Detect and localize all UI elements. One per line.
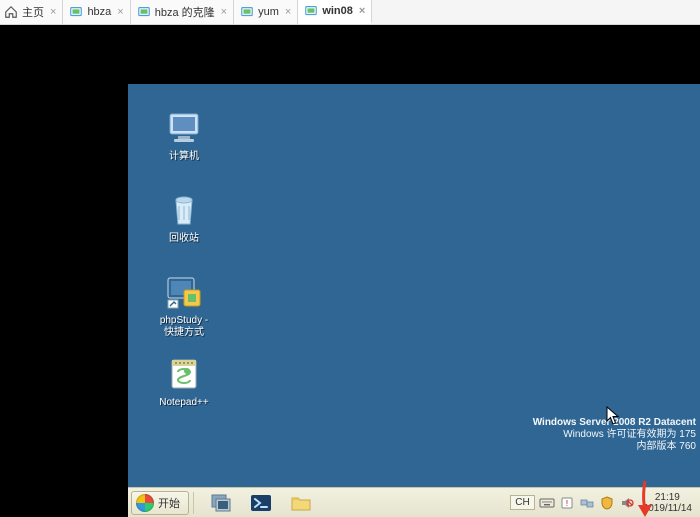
close-icon[interactable]: × — [117, 6, 123, 18]
computer-icon — [164, 108, 204, 148]
tray-time: 21:19 — [643, 492, 692, 503]
tab-strip: 主页 × hbza × hbza 的克隆 × yum × win08 × — [0, 0, 700, 25]
taskbar-pinned-powershell[interactable] — [241, 490, 281, 516]
watermark-line2: Windows 许可证有效期为 175 — [533, 429, 696, 441]
icon-label: phpStudy - 快捷方式 — [144, 315, 224, 339]
tray-language[interactable]: CH — [510, 495, 534, 510]
recycle-bin-icon — [164, 190, 204, 230]
vm-icon — [304, 4, 318, 18]
windows-watermark: Windows Server 2008 R2 Datacent Windows … — [533, 417, 696, 453]
tray-network-icon[interactable] — [579, 495, 595, 511]
tab-home-label: 主页 — [22, 4, 44, 20]
vm-viewport: 计算机 回收站 — [0, 25, 700, 517]
desktop-icon-phpstudy[interactable]: phpStudy - 快捷方式 — [144, 272, 224, 339]
desktop-icon-computer[interactable]: 计算机 — [144, 108, 224, 163]
tab-win08[interactable]: win08 × — [298, 0, 372, 24]
tray-volume-icon[interactable] — [619, 495, 635, 511]
tray-keyboard-icon[interactable] — [539, 495, 555, 511]
tab-label: hbza — [87, 6, 111, 18]
taskbar: 开始 — [128, 487, 700, 517]
tray-shield-icon[interactable] — [599, 495, 615, 511]
tray-date: 2019/11/14 — [643, 503, 692, 514]
close-icon[interactable]: × — [359, 5, 365, 17]
home-icon — [4, 5, 18, 19]
phpstudy-icon — [164, 272, 204, 312]
system-tray: CH ! 21:19 2019/11/14 — [506, 488, 700, 517]
watermark-line1: Windows Server 2008 R2 Datacent — [533, 417, 696, 429]
vm-icon — [69, 5, 83, 19]
tab-label: hbza 的克隆 — [155, 4, 215, 20]
start-label: 开始 — [158, 495, 180, 511]
notepadpp-icon — [164, 354, 204, 394]
svg-text:!: ! — [566, 499, 568, 508]
taskbar-pinned-server-manager[interactable] — [201, 490, 241, 516]
close-icon[interactable]: × — [285, 6, 291, 18]
taskbar-pinned-explorer[interactable] — [281, 490, 321, 516]
tray-alert-icon[interactable]: ! — [559, 495, 575, 511]
desktop-icon-recycle-bin[interactable]: 回收站 — [144, 190, 224, 245]
windows-orb-icon — [136, 494, 154, 512]
desktop-icon-notepadpp[interactable]: Notepad++ — [144, 354, 224, 409]
close-icon[interactable]: × — [50, 6, 56, 18]
start-button[interactable]: 开始 — [131, 491, 189, 515]
vm-icon — [240, 5, 254, 19]
tab-home[interactable]: 主页 × — [0, 0, 63, 24]
guest-desktop[interactable]: 计算机 回收站 — [128, 84, 700, 517]
icon-label: 计算机 — [144, 151, 224, 163]
icon-label: 回收站 — [144, 233, 224, 245]
tab-hbza[interactable]: hbza × — [63, 0, 130, 24]
tray-clock[interactable]: 21:19 2019/11/14 — [639, 492, 696, 514]
vm-icon — [137, 5, 151, 19]
explorer-icon — [289, 492, 313, 514]
tabstrip-spacer — [372, 0, 700, 24]
tab-hbza-clone[interactable]: hbza 的克隆 × — [131, 0, 234, 24]
tab-yum[interactable]: yum × — [234, 0, 298, 24]
icon-label: Notepad++ — [144, 397, 224, 409]
powershell-icon — [249, 492, 273, 514]
tab-label: yum — [258, 6, 279, 18]
watermark-line3: 内部版本 760 — [533, 441, 696, 453]
tab-label: win08 — [322, 5, 353, 17]
desktop-surface[interactable]: 计算机 回收站 — [128, 84, 700, 487]
taskbar-separator — [193, 492, 197, 514]
server-manager-icon — [209, 492, 233, 514]
close-icon[interactable]: × — [221, 6, 227, 18]
